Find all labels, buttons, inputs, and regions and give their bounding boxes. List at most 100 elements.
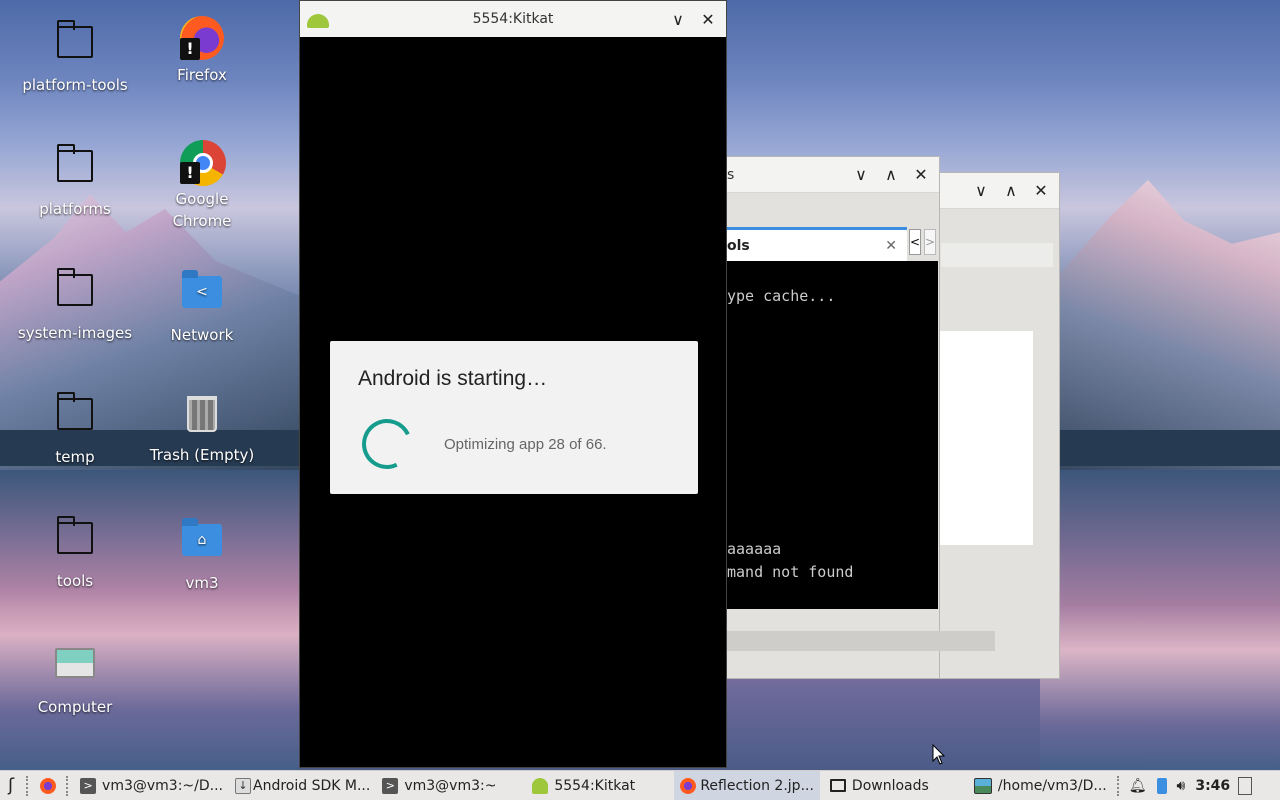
- quick-launch-firefox[interactable]: [34, 771, 62, 800]
- network-folder-icon: <: [180, 270, 224, 320]
- emulator-title: 5554:Kitkat: [472, 11, 554, 27]
- toolbar-strip: [941, 243, 1053, 267]
- desktop-icon-network[interactable]: < Network: [142, 268, 262, 346]
- minimize-icon[interactable]: ∨: [670, 10, 686, 29]
- close-icon[interactable]: ✕: [1033, 181, 1049, 200]
- taskbar-item-label: Android SDK M...: [253, 777, 371, 794]
- terminal-output[interactable]: ype cache... aaaaaa mand not found: [727, 261, 938, 609]
- wallpaper-reflection-right: [1040, 470, 1280, 770]
- warning-badge-icon: !: [180, 38, 200, 60]
- taskbar-item-firefox-reflection[interactable]: Reflection 2.jp...: [674, 770, 820, 800]
- horizontal-scrollbar[interactable]: [727, 631, 995, 651]
- desktop-icon-vm3[interactable]: ⌂ vm3: [142, 516, 262, 594]
- desktop-icon-label: vm3: [185, 574, 219, 592]
- desktop-icon-label: platform-tools: [22, 76, 128, 94]
- folder-icon: [53, 392, 97, 442]
- desktop-icon-system-images[interactable]: system-images: [15, 268, 135, 344]
- wallpaper-reflection-left: [0, 470, 300, 770]
- start-menu-icon: ʃ: [8, 775, 15, 796]
- taskbar-item-terminal-1[interactable]: > vm3@vm3:~/D...: [74, 771, 229, 800]
- taskbar-item-label: Downloads: [851, 777, 929, 794]
- desktop-icon-label: Firefox: [177, 66, 227, 84]
- terminal-tab[interactable]: ols ✕: [727, 227, 907, 261]
- desktop-icon-temp[interactable]: temp: [15, 392, 135, 468]
- terminal-line: aaaaaa: [727, 540, 782, 558]
- start-menu-button[interactable]: ʃ: [0, 771, 22, 800]
- maximize-icon[interactable]: ∧: [883, 165, 899, 184]
- dialog-message: Optimizing app 28 of 66.: [444, 436, 607, 453]
- desktop-icon-platform-tools[interactable]: platform-tools: [15, 20, 135, 96]
- desktop-icon-label: Google Chrome: [172, 190, 232, 230]
- folder-icon: [53, 268, 97, 318]
- clock[interactable]: 3:46: [1195, 778, 1230, 794]
- window-titlebar[interactable]: s ∨ ∧ ✕: [727, 157, 939, 193]
- image-viewer-icon: [973, 777, 992, 794]
- taskbar-item-label: vm3@vm3:~/D...: [102, 777, 224, 794]
- taskbar-item-terminal-2[interactable]: > vm3@vm3:~: [376, 771, 526, 800]
- desktop-icon-computer[interactable]: Computer: [15, 640, 135, 718]
- taskbar-item-label: 5554:Kitkat: [554, 777, 636, 794]
- close-icon[interactable]: ✕: [700, 10, 716, 29]
- desktop-icon-platforms[interactable]: platforms: [15, 144, 135, 220]
- dialog-title: Android is starting…: [358, 367, 548, 390]
- desktop-icon-label: platforms: [39, 200, 111, 218]
- home-folder-icon: ⌂: [180, 518, 224, 568]
- taskbar-separator: [1116, 775, 1121, 796]
- firefox-icon: [680, 777, 697, 794]
- desktop-icon-google-chrome[interactable]: ! Google Chrome: [142, 140, 262, 232]
- desktop-icon-trash[interactable]: Trash (Empty): [142, 392, 262, 466]
- android-starting-dialog: Android is starting… Optimizing app 28 o…: [330, 341, 698, 494]
- tab-scroll-left-icon[interactable]: <: [909, 229, 921, 255]
- progress-spinner-icon: [354, 411, 420, 477]
- tab-label: ols: [727, 237, 750, 254]
- emulator-window[interactable]: 5554:Kitkat ∨ ✕ Android is starting… Opt…: [299, 0, 727, 768]
- volume-icon[interactable]: 🔊︎: [1177, 778, 1186, 794]
- desktop-icon-tools[interactable]: tools: [15, 516, 135, 592]
- trash-icon: [180, 396, 224, 440]
- wallpaper-mountain-right: [1040, 180, 1280, 470]
- terminal-line: mand not found: [727, 563, 854, 581]
- taskbar-separator: [26, 775, 30, 796]
- maximize-icon[interactable]: ∧: [1003, 181, 1019, 200]
- desktop-icon-label: Network: [170, 326, 234, 344]
- desktop-icon-label: Computer: [37, 698, 113, 716]
- folder-icon: [53, 516, 97, 566]
- show-desktop-icon[interactable]: [1238, 776, 1253, 795]
- android-icon: [532, 777, 549, 794]
- window-title: s: [727, 166, 735, 183]
- folder-icon: [53, 20, 97, 70]
- taskbar-item-image-viewer[interactable]: /home/vm3/D...: [968, 771, 1113, 800]
- firefox-icon: !: [180, 16, 224, 60]
- terminal-icon: >: [382, 777, 399, 794]
- download-icon: ↓: [235, 777, 252, 794]
- desktop-icon-label: system-images: [17, 324, 133, 342]
- terminal-icon: >: [80, 777, 97, 794]
- taskbar-item-label: Reflection 2.jp...: [700, 777, 814, 794]
- emulator-titlebar[interactable]: 5554:Kitkat ∨ ✕: [300, 1, 726, 37]
- mouse-cursor-icon: [932, 744, 946, 765]
- taskbar-separator: [66, 775, 70, 796]
- desktop-icon-label: tools: [56, 572, 94, 590]
- desktop-icon-firefox[interactable]: ! Firefox: [142, 16, 262, 86]
- taskbar: ʃ > vm3@vm3:~/D... ↓ Android SDK M... > …: [0, 770, 1280, 800]
- usb-device-icon[interactable]: [1156, 777, 1167, 794]
- taskbar-item-emulator[interactable]: 5554:Kitkat: [526, 771, 674, 800]
- folder-icon: [53, 144, 97, 194]
- folder-icon: [829, 779, 846, 792]
- firefox-icon: [40, 777, 57, 794]
- taskbar-item-label: vm3@vm3:~: [404, 777, 497, 794]
- warning-badge-icon: !: [180, 162, 200, 184]
- close-icon[interactable]: ✕: [913, 165, 929, 184]
- desktop-icon-label: temp: [55, 448, 95, 466]
- taskbar-item-sdk-manager[interactable]: ↓ Android SDK M...: [229, 771, 376, 800]
- taskbar-item-downloads[interactable]: Downloads: [820, 771, 968, 800]
- content-panel: [939, 331, 1033, 545]
- chrome-icon: !: [180, 140, 226, 186]
- minimize-icon[interactable]: ∨: [853, 165, 869, 184]
- notification-bell-icon[interactable]: 🔔︎: [1129, 778, 1147, 794]
- desktop-icon-label: Trash (Empty): [149, 446, 255, 464]
- tab-scroll-right-icon[interactable]: >: [924, 229, 936, 255]
- minimize-icon[interactable]: ∨: [973, 181, 989, 200]
- tab-close-icon[interactable]: ✕: [885, 238, 897, 254]
- taskbar-item-label: /home/vm3/D...: [997, 777, 1107, 794]
